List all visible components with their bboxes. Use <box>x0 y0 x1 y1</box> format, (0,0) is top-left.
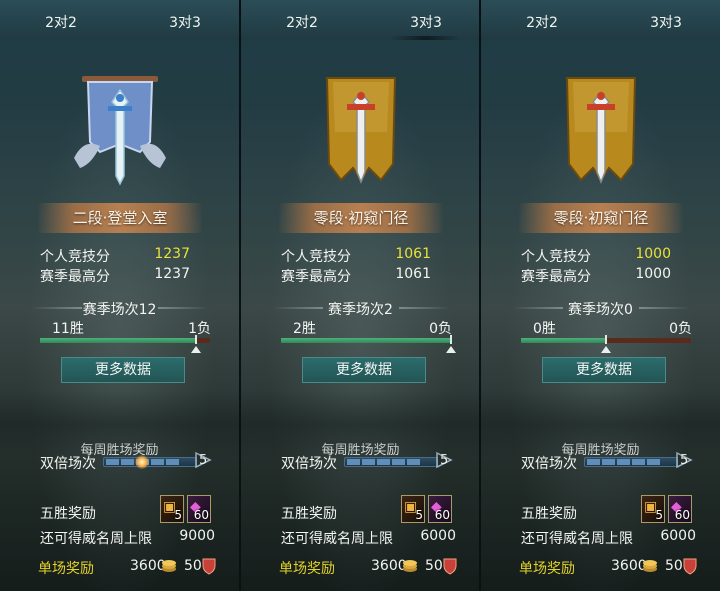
more-data-button[interactable]: 更多数据 <box>302 357 426 383</box>
tab-2v2[interactable]: 2对2 <box>512 12 572 32</box>
fame-limit-value: 6000 <box>420 528 456 544</box>
season-matches: 赛季场次0 <box>568 302 633 318</box>
win-loss-bar <box>281 338 451 343</box>
fame-limit-label: 还可得威名周上限 <box>521 531 633 547</box>
tab-3v3[interactable]: 3对3 <box>155 12 215 32</box>
more-data-button[interactable]: 更多数据 <box>542 357 666 383</box>
mode-tabbar: 2对2 3对3 <box>241 0 480 40</box>
five-win-label: 五胜奖励 <box>40 506 96 522</box>
rank-emblem-gold-icon <box>325 77 397 185</box>
arena-panel-2: 2对2 3对3 零段·初窥门径 个人竞技分 1061 赛季最高分 1061 赛季… <box>241 0 480 591</box>
mode-tabbar: 2对2 3对3 <box>481 0 720 40</box>
double-count: 5 <box>440 453 449 468</box>
token-count: 60 <box>193 508 209 522</box>
double-matches-track <box>103 455 197 469</box>
token-count: 60 <box>674 508 690 522</box>
coin-stack-icon <box>403 560 417 572</box>
season-best-label: 赛季最高分 <box>281 269 351 285</box>
rank-title: 二段·登堂入室 <box>37 203 203 233</box>
five-win-label: 五胜奖励 <box>281 506 337 522</box>
coin-stack-icon <box>643 560 657 572</box>
single-reward-label: 单场奖励 <box>38 561 94 577</box>
five-win-label: 五胜奖励 <box>521 506 577 522</box>
fame-limit-label: 还可得威名周上限 <box>281 531 393 547</box>
double-matches-label: 双倍场次 <box>40 456 96 472</box>
double-count: 5 <box>199 453 208 468</box>
losses-count: 1负 <box>188 321 211 337</box>
personal-score-label: 个人竞技分 <box>281 249 351 265</box>
tab-3v3-active-indicator <box>391 36 461 40</box>
season-best-label: 赛季最高分 <box>40 269 110 285</box>
rank-title: 零段·初窥门径 <box>518 203 684 233</box>
five-win-chest-item[interactable]: ▣ 5 <box>401 495 425 523</box>
win-loss-bar <box>40 338 210 343</box>
mode-tabbar: 2对2 3对3 <box>0 0 239 40</box>
double-matches-label: 双倍场次 <box>281 456 337 472</box>
chest-count: 5 <box>174 508 182 522</box>
five-win-token-item[interactable]: ◆ 60 <box>668 495 692 523</box>
single-reward-fame: 50 <box>184 558 202 574</box>
arena-panel-3: 2对2 3对3 零段·初窥门径 个人竞技分 1000 赛季最高分 1000 赛季… <box>481 0 720 591</box>
red-shield-icon <box>443 558 457 575</box>
double-progress-glow <box>135 455 149 469</box>
wins-count: 2胜 <box>293 321 316 337</box>
personal-score-value: 1237 <box>154 246 190 262</box>
personal-score-value: 1061 <box>395 246 431 262</box>
personal-score-label: 个人竞技分 <box>521 249 591 265</box>
five-win-chest-item[interactable]: ▣ 5 <box>641 495 665 523</box>
single-reward-label: 单场奖励 <box>519 561 575 577</box>
tab-2v2[interactable]: 2对2 <box>272 12 332 32</box>
tab-3v3[interactable]: 3对3 <box>636 12 696 32</box>
double-matches-label: 双倍场次 <box>521 456 577 472</box>
single-reward-fame: 50 <box>665 558 683 574</box>
win-fill <box>40 338 196 343</box>
five-win-token-item[interactable]: ◆ 60 <box>428 495 452 523</box>
five-win-token-item[interactable]: ◆ 60 <box>187 495 211 523</box>
tab-2v2[interactable]: 2对2 <box>31 12 91 32</box>
arena-panels: 2对2 3对3 二段·登堂入室 个人竞技分 1237 赛季最高分 1237 赛季… <box>0 0 720 591</box>
season-best-value: 1237 <box>154 266 190 282</box>
red-shield-icon <box>202 558 216 575</box>
fame-limit-label: 还可得威名周上限 <box>40 531 152 547</box>
more-data-button[interactable]: 更多数据 <box>61 357 185 383</box>
fame-limit-value: 9000 <box>179 528 215 544</box>
win-fill <box>521 338 606 343</box>
rank-title: 零段·初窥门径 <box>278 203 444 233</box>
arena-panel-1: 2对2 3对3 二段·登堂入室 个人竞技分 1237 赛季最高分 1237 赛季… <box>0 0 239 591</box>
season-best-value: 1000 <box>635 266 671 282</box>
season-best-label: 赛季最高分 <box>521 269 591 285</box>
losses-count: 0负 <box>669 321 692 337</box>
rank-emblem-gold-icon <box>565 77 637 185</box>
chest-count: 5 <box>655 508 663 522</box>
losses-count: 0负 <box>429 321 452 337</box>
red-shield-icon <box>683 558 697 575</box>
five-win-chest-item[interactable]: ▣ 5 <box>160 495 184 523</box>
season-best-value: 1061 <box>395 266 431 282</box>
season-matches: 赛季场次2 <box>328 302 393 318</box>
token-count: 60 <box>434 508 450 522</box>
chest-count: 5 <box>415 508 423 522</box>
win-fill <box>281 338 451 343</box>
personal-score-value: 1000 <box>635 246 671 262</box>
tab-3v3[interactable]: 3对3 <box>396 12 456 32</box>
personal-score-label: 个人竞技分 <box>40 249 110 265</box>
wins-count: 11胜 <box>52 321 84 337</box>
single-reward-label: 单场奖励 <box>279 561 335 577</box>
fame-limit-value: 6000 <box>660 528 696 544</box>
rank-emblem-silver-icon <box>74 76 166 186</box>
season-matches: 赛季场次12 <box>82 302 157 318</box>
coin-stack-icon <box>162 560 176 572</box>
double-matches-track <box>344 457 438 467</box>
double-matches-track <box>584 457 678 467</box>
double-count: 5 <box>680 453 689 468</box>
wins-count: 0胜 <box>533 321 556 337</box>
single-reward-fame: 50 <box>425 558 443 574</box>
